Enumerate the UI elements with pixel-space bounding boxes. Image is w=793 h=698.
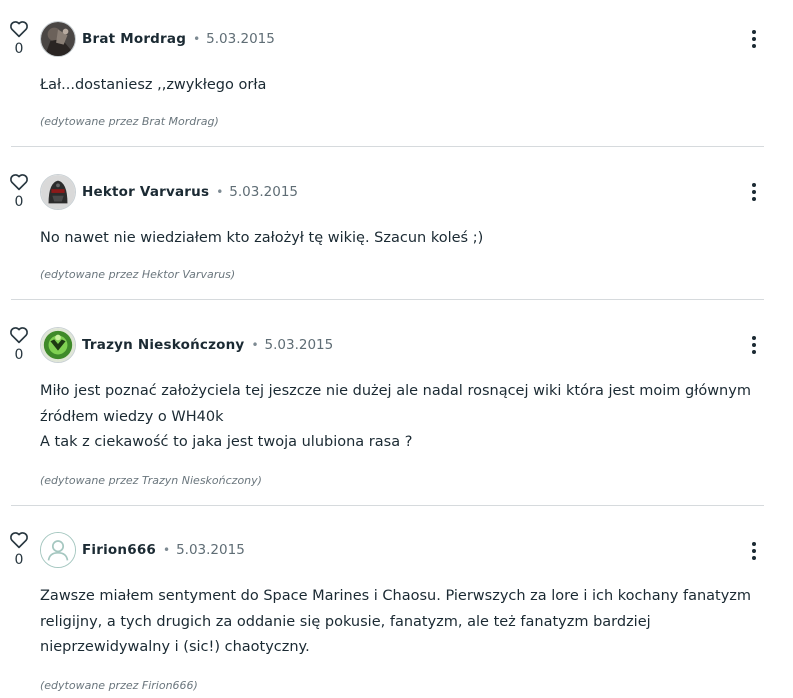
comment-meta: Firion666 • 5.03.2015 [82, 541, 245, 559]
edited-note: (edytowane przez Brat Mordrag) [40, 115, 219, 128]
more-options-icon[interactable] [749, 542, 759, 564]
separator-dot: • [193, 32, 201, 46]
heart-icon[interactable] [9, 326, 29, 344]
author-name[interactable]: Hektor Varvarus [82, 184, 209, 200]
comment-text: Miło jest poznać założyciela tej jeszcze… [40, 379, 760, 456]
avatar[interactable] [40, 532, 76, 568]
divider [11, 146, 764, 147]
comment-line: nieprzewidywalny i (sic!) chaotyczny. [40, 639, 310, 655]
more-options-icon[interactable] [749, 30, 759, 52]
avatar[interactable] [40, 327, 76, 363]
comment-line: religijny, a tych drugich za oddanie się… [40, 613, 651, 630]
comment-line: Miło jest poznać założyciela tej jeszcze… [40, 383, 751, 399]
comment-date: 5.03.2015 [264, 337, 334, 353]
like-count: 0 [14, 552, 24, 568]
more-options-icon[interactable] [749, 183, 759, 205]
avatar[interactable] [40, 174, 76, 210]
more-options-icon[interactable] [749, 336, 759, 358]
heart-icon[interactable] [9, 173, 29, 191]
comment-line: A tak z ciekawość to jaka jest twoja ulu… [40, 434, 413, 450]
like-count: 0 [14, 41, 24, 57]
comment-line: No nawet nie wiedziałem kto założył tę w… [40, 230, 484, 246]
heart-icon[interactable] [9, 531, 29, 549]
heart-icon[interactable] [9, 20, 29, 38]
comment-line: Łał...dostaniesz ,,zwykłego orła [40, 77, 267, 93]
comment-date: 5.03.2015 [229, 184, 299, 200]
comment-date: 5.03.2015 [176, 542, 245, 558]
divider [11, 299, 764, 300]
like-control: 0 [8, 531, 30, 568]
divider [11, 505, 764, 506]
comment-text: No nawet nie wiedziałem kto założył tę w… [40, 226, 760, 252]
separator-dot: • [163, 543, 171, 557]
comment-meta: Trazyn Nieskończony • 5.03.2015 [82, 336, 333, 354]
edited-note: (edytowane przez Firion666) [40, 679, 198, 692]
comment-text: Zawsze miałem sentyment do Space Marines… [40, 584, 760, 661]
comment-meta: Brat Mordrag • 5.03.2015 [82, 30, 275, 48]
like-count: 0 [14, 194, 24, 210]
like-count: 0 [14, 347, 24, 363]
like-control: 0 [8, 20, 30, 57]
author-name[interactable]: Trazyn Nieskończony [82, 337, 244, 353]
comment-text: Łał...dostaniesz ,,zwykłego orła [40, 73, 760, 99]
like-control: 0 [8, 326, 30, 363]
separator-dot: • [251, 338, 259, 352]
avatar[interactable] [40, 21, 76, 57]
separator-dot: • [216, 185, 224, 199]
author-name[interactable]: Firion666 [82, 542, 156, 558]
comment-meta: Hektor Varvarus • 5.03.2015 [82, 183, 298, 201]
like-control: 0 [8, 173, 30, 210]
edited-note: (edytowane przez Trazyn Nieskończony) [40, 474, 262, 487]
comment-line: źródłem wiedzy o WH40k [40, 408, 224, 425]
comment-date: 5.03.2015 [206, 31, 275, 47]
author-name[interactable]: Brat Mordrag [82, 31, 186, 47]
comment-line: Zawsze miałem sentyment do Space Marines… [40, 588, 752, 604]
edited-note: (edytowane przez Hektor Varvarus) [40, 268, 236, 281]
